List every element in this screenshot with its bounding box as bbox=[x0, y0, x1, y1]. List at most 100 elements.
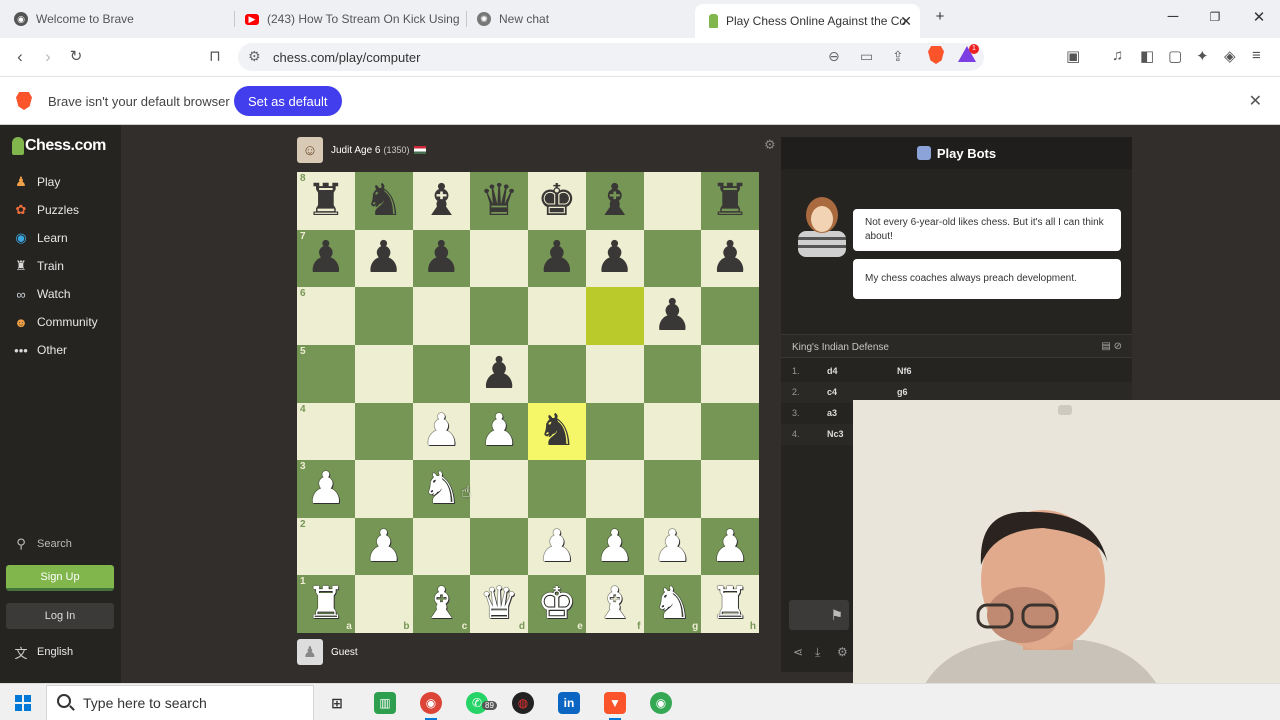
share-icon[interactable]: ⋖ bbox=[793, 645, 803, 659]
square-c2[interactable] bbox=[412, 517, 471, 576]
square-g6[interactable]: ♟ bbox=[643, 287, 702, 345]
url-text[interactable]: chess.com/play/computer bbox=[273, 50, 420, 65]
square-a6[interactable]: 6 bbox=[297, 287, 355, 345]
square-g5[interactable] bbox=[643, 344, 702, 403]
square-b5[interactable] bbox=[354, 344, 413, 403]
square-h8[interactable]: ♜ bbox=[701, 172, 759, 230]
square-f4[interactable] bbox=[585, 402, 644, 461]
black-pawn-piece[interactable]: ♟ bbox=[653, 294, 692, 338]
sidebar-item-play[interactable]: ♟ Play bbox=[12, 174, 60, 190]
close-window-button[interactable]: ✕ bbox=[1249, 8, 1269, 26]
square-d6[interactable] bbox=[470, 287, 528, 345]
square-f3[interactable] bbox=[585, 460, 644, 518]
square-f7[interactable]: ♟ bbox=[585, 229, 644, 288]
square-a2[interactable]: 2 bbox=[297, 517, 355, 576]
square-c4[interactable]: ♟ bbox=[412, 402, 471, 461]
site-settings-icon[interactable]: ⚙ bbox=[248, 48, 261, 65]
square-g1[interactable]: g ♞ bbox=[643, 575, 702, 633]
sidebar-panel-icon[interactable]: ▣ bbox=[1066, 47, 1080, 65]
sheets-app-icon[interactable]: ▥ bbox=[374, 692, 396, 714]
white-move[interactable]: c4 bbox=[827, 387, 837, 397]
square-c6[interactable] bbox=[412, 287, 471, 345]
square-f8[interactable]: ♝ bbox=[585, 172, 644, 230]
square-h7[interactable]: ♟ bbox=[701, 229, 759, 288]
white-pawn-piece[interactable]: ♟ bbox=[710, 524, 749, 569]
linkedin-icon[interactable]: in bbox=[558, 692, 580, 714]
square-a8[interactable]: 8 ♜ bbox=[297, 172, 355, 230]
chess-board[interactable]: 8 ♜ ♞ ♝ ♛ ♚ ♝ ♜ 7 ♟ ♟ ♟ ♟ ♟ ♟ 6 ♟ 5 ♟ 4 ♟ ♟ ♞ 3 ♟ ♞ 2 ♟ ♟ ♟ ♟ ♟ 1 a ♜ b c ♝ d ♛… bbox=[297, 172, 759, 633]
square-d1[interactable]: d ♛ bbox=[470, 575, 528, 633]
download-icon[interactable]: ⤓ bbox=[815, 645, 820, 660]
music-icon[interactable]: ♫ bbox=[1112, 47, 1123, 64]
square-h2[interactable]: ♟ bbox=[701, 517, 759, 576]
set-as-default-button[interactable]: Set as default bbox=[234, 86, 342, 116]
language-selector[interactable]: 文 English bbox=[12, 644, 73, 661]
reload-button[interactable]: ↻ bbox=[66, 47, 86, 65]
square-g8[interactable] bbox=[643, 172, 702, 230]
white-pawn-piece[interactable]: ♟ bbox=[537, 524, 576, 569]
white-pawn-piece[interactable]: ♟ bbox=[422, 409, 461, 453]
square-d8[interactable]: ♛ bbox=[470, 172, 528, 230]
white-knight-piece[interactable]: ♞ bbox=[653, 582, 692, 626]
share-icon[interactable]: ⇪ bbox=[892, 48, 904, 65]
square-b8[interactable]: ♞ bbox=[354, 172, 413, 230]
black-queen-piece[interactable]: ♛ bbox=[479, 178, 518, 223]
square-a7[interactable]: 7 ♟ bbox=[297, 229, 355, 288]
square-d5[interactable]: ♟ bbox=[470, 344, 528, 403]
opening-book-icon[interactable]: ▤ ⊘ bbox=[1101, 341, 1122, 352]
sidebar-search[interactable]: ⚲ Search bbox=[12, 536, 72, 552]
square-e1[interactable]: e ♚ bbox=[528, 575, 586, 633]
tab-chess-active[interactable]: Play Chess Online Against the Co ✕ bbox=[695, 4, 920, 38]
tab-close-icon[interactable]: ✕ bbox=[900, 13, 912, 30]
white-knight-piece[interactable]: ♞ bbox=[422, 466, 461, 511]
sidebar-item-community[interactable]: ☻ Community bbox=[12, 314, 98, 330]
square-h1[interactable]: h ♜ bbox=[701, 575, 759, 633]
white-pawn-piece[interactable]: ♟ bbox=[653, 524, 692, 569]
address-bar[interactable]: ⚙ chess.com/play/computer ⊖ ▭ ⇪ bbox=[238, 43, 984, 71]
square-f2[interactable]: ♟ bbox=[585, 517, 644, 576]
square-c1[interactable]: c ♝ bbox=[412, 575, 471, 633]
sign-up-button[interactable]: Sign Up bbox=[6, 565, 114, 591]
back-button[interactable]: ‹ bbox=[10, 47, 30, 67]
white-pawn-piece[interactable]: ♟ bbox=[595, 524, 634, 569]
square-g4[interactable] bbox=[643, 402, 702, 461]
square-a4[interactable]: 4 bbox=[297, 402, 355, 461]
black-king-piece[interactable]: ♚ bbox=[537, 178, 576, 223]
square-d4[interactable]: ♟ bbox=[470, 402, 528, 461]
square-e6[interactable] bbox=[528, 287, 586, 345]
black-pawn-piece[interactable]: ♟ bbox=[710, 236, 749, 280]
task-view-icon[interactable]: ⊞ bbox=[326, 692, 348, 714]
infobar-close-icon[interactable]: ✕ bbox=[1249, 91, 1262, 111]
square-e4[interactable]: ♞ bbox=[528, 402, 586, 461]
restore-button[interactable]: ❐ bbox=[1205, 10, 1225, 24]
tab-welcome-brave[interactable]: ◉ Welcome to Brave bbox=[0, 6, 230, 32]
menu-icon[interactable]: ≡ bbox=[1252, 47, 1261, 64]
square-g7[interactable] bbox=[643, 229, 702, 288]
cast-icon[interactable]: ▭ bbox=[860, 48, 873, 65]
minimize-button[interactable]: ─ bbox=[1163, 8, 1183, 25]
black-move[interactable]: Nf6 bbox=[897, 366, 912, 376]
square-b7[interactable]: ♟ bbox=[354, 229, 413, 288]
settings-icon[interactable]: ⚙ bbox=[837, 645, 848, 659]
black-bishop-piece[interactable]: ♝ bbox=[595, 178, 634, 223]
leo-ai-icon[interactable]: ✦ bbox=[1196, 47, 1209, 65]
square-a3[interactable]: 3 ♟ bbox=[297, 460, 355, 518]
white-pawn-piece[interactable]: ♟ bbox=[479, 409, 518, 453]
square-d3[interactable] bbox=[470, 460, 528, 518]
white-bishop-piece[interactable]: ♝ bbox=[595, 582, 634, 626]
white-pawn-piece[interactable]: ♟ bbox=[306, 466, 345, 511]
square-b4[interactable] bbox=[354, 402, 413, 461]
square-e5[interactable] bbox=[528, 344, 586, 403]
square-b6[interactable] bbox=[354, 287, 413, 345]
move-row[interactable]: 1. d4 Nf6 bbox=[781, 361, 1132, 382]
square-e8[interactable]: ♚ bbox=[528, 172, 586, 230]
square-h5[interactable] bbox=[701, 344, 759, 403]
white-rook-piece[interactable]: ♜ bbox=[710, 582, 749, 626]
white-king-piece[interactable]: ♚ bbox=[537, 582, 576, 626]
wallet-icon[interactable]: ▢ bbox=[1168, 47, 1182, 65]
board-settings-icon[interactable]: ⚙ bbox=[764, 137, 776, 153]
black-pawn-piece[interactable]: ♟ bbox=[479, 351, 518, 396]
square-f5[interactable] bbox=[585, 344, 644, 403]
vpn-icon[interactable]: ◈ bbox=[1224, 47, 1236, 65]
square-h3[interactable] bbox=[701, 460, 759, 518]
